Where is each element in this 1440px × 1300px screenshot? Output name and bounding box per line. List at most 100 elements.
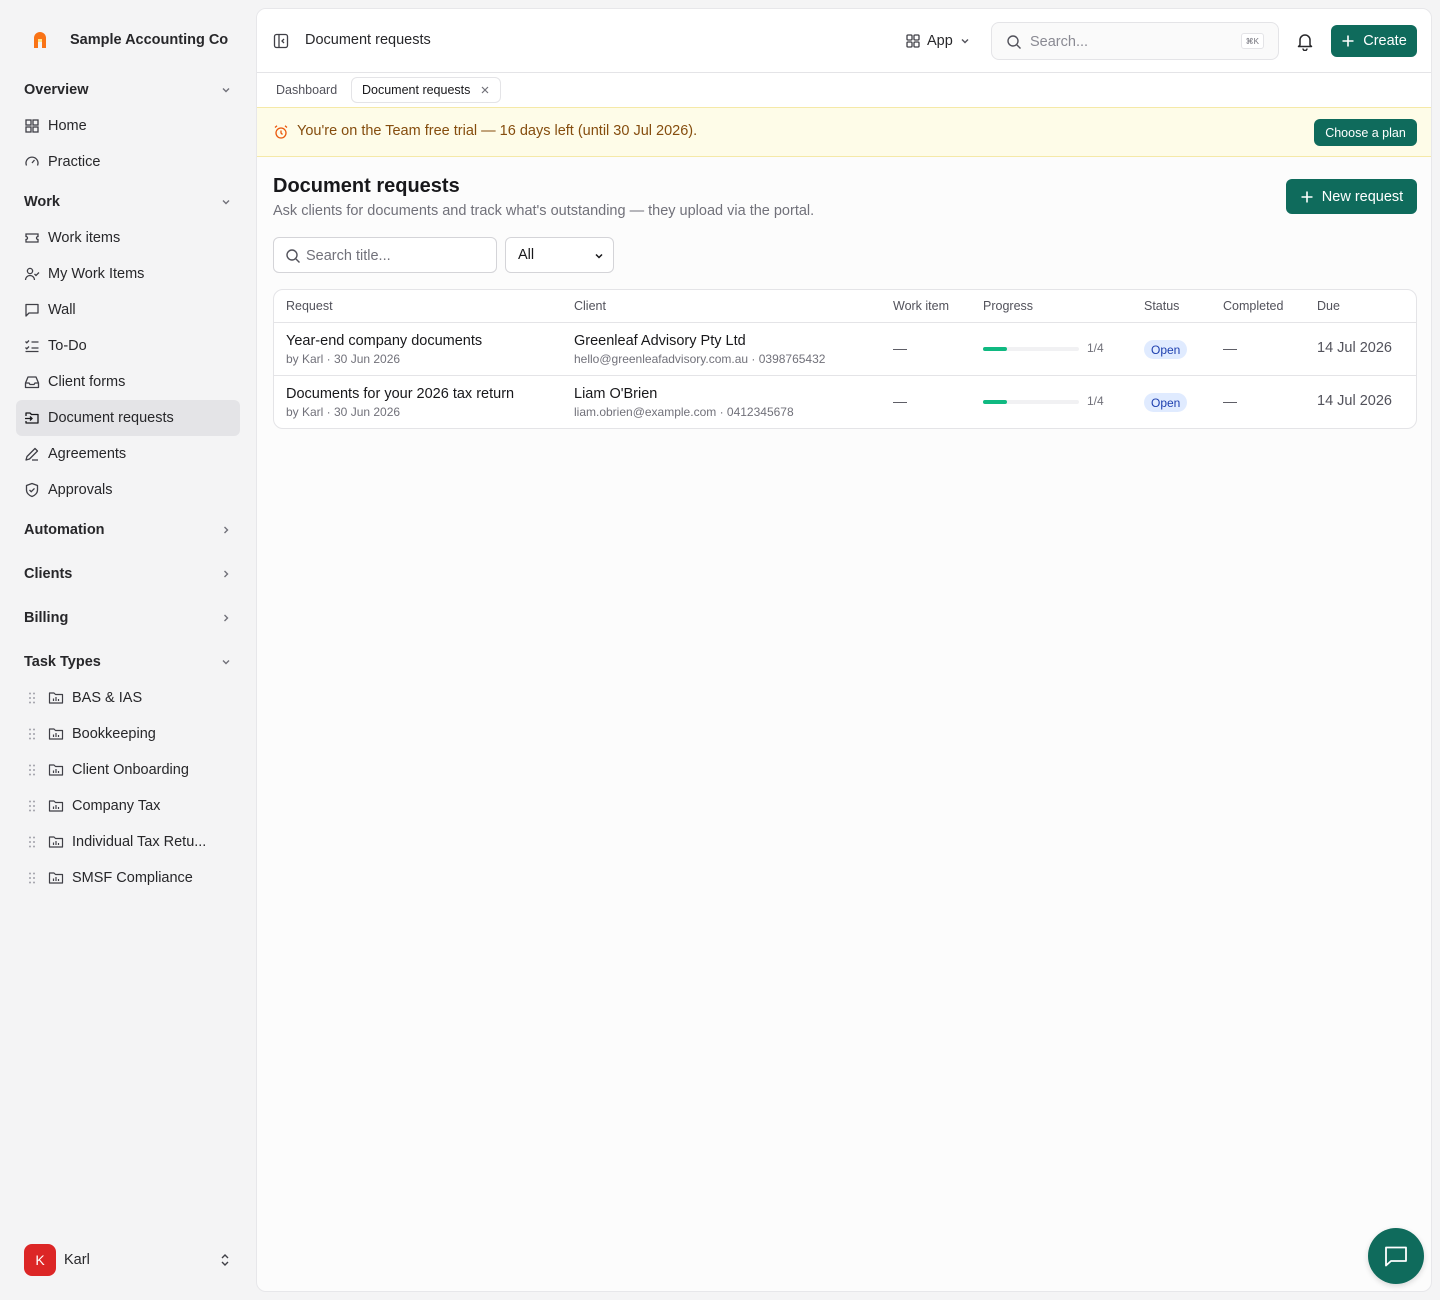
group-head-task-types[interactable]: Task Types [16, 644, 240, 680]
sidebar-item-label: Work items [48, 230, 121, 246]
sidebar-item-practice[interactable]: Practice [16, 144, 240, 180]
sidebar-item-approvals[interactable]: Approvals [16, 472, 240, 508]
new-request-button[interactable]: New request [1286, 179, 1417, 214]
group-label: Automation [24, 522, 105, 538]
group-label: Billing [24, 610, 69, 626]
chevrons-up-down-icon [221, 1254, 229, 1266]
nav-group-billing: Billing [16, 600, 240, 636]
trial-message: You're on the Team free trial — 16 days … [297, 123, 698, 139]
column-header[interactable]: Progress [983, 299, 1033, 313]
grip-vertical-icon[interactable] [24, 798, 40, 814]
list-checks-icon [25, 340, 39, 353]
grip-vertical-icon[interactable] [24, 690, 40, 706]
request-meta: by Karl · 30 Jun 2026 [286, 352, 401, 366]
bell-icon[interactable] [1295, 31, 1315, 51]
sidebar-item-label: Home [48, 118, 87, 134]
folder-chart-icon [48, 764, 64, 776]
request-cell: Year-end company documents by Karl · 30 … [286, 333, 482, 366]
group-head-clients[interactable]: Clients [16, 556, 240, 592]
group-head-billing[interactable]: Billing [16, 600, 240, 636]
grip-vertical-icon[interactable] [24, 834, 40, 850]
sidebar-item-label: Practice [48, 154, 101, 170]
column-header[interactable]: Due [1317, 299, 1340, 313]
choose-plan-button[interactable]: Choose a plan [1314, 119, 1417, 146]
chevron-right-icon [224, 570, 229, 578]
sidebar-item-wall[interactable]: Wall [16, 292, 240, 328]
app-switcher[interactable]: App [905, 31, 971, 51]
search-input[interactable] [1030, 32, 1230, 52]
grid-icon [906, 34, 920, 48]
grip-vertical-icon[interactable] [24, 870, 40, 886]
chat-launcher-button[interactable] [1368, 1228, 1424, 1284]
progress-fill [983, 347, 1007, 351]
column-header[interactable]: Completed [1223, 299, 1283, 313]
sidebar-item-label: Wall [48, 302, 76, 318]
sidebar-item-work-items[interactable]: Work items [16, 220, 240, 256]
due-date: 14 Jul 2026 [1317, 393, 1392, 409]
table-row[interactable]: Documents for your 2026 tax return by Ka… [274, 376, 1416, 428]
client-cell: Greenleaf Advisory Pty Ltd hello@greenle… [574, 333, 825, 366]
org-name: Sample Accounting Co [70, 32, 229, 48]
task-type-item[interactable]: Bookkeeping [16, 716, 240, 752]
progress-bar [983, 347, 1079, 351]
org-logo-icon [24, 24, 56, 56]
chevron-right-icon [224, 526, 229, 534]
task-type-item[interactable]: Company Tax [16, 788, 240, 824]
request-title[interactable]: Year-end company documents [286, 333, 482, 349]
sidebar-item-document-requests[interactable]: Document requests [16, 400, 240, 436]
client-contact: liam.obrien@example.com · 0412345678 [574, 405, 794, 419]
task-type-label: SMSF Compliance [72, 870, 193, 886]
column-header[interactable]: Client [574, 299, 606, 313]
folder-chart-icon [48, 836, 64, 848]
task-type-label: Company Tax [72, 798, 161, 814]
request-title[interactable]: Documents for your 2026 tax return [286, 386, 514, 402]
column-header[interactable]: Request [286, 299, 333, 313]
task-type-item[interactable]: Individual Tax Retu... [16, 824, 240, 860]
panel-left-icon[interactable] [273, 33, 289, 49]
group-head-work[interactable]: Work [16, 184, 240, 220]
org-switcher[interactable]: Sample Accounting Co [24, 24, 228, 56]
column-header[interactable]: Status [1144, 299, 1179, 313]
close-icon[interactable] [480, 85, 490, 95]
folder-input-icon [25, 412, 39, 424]
avatar: K [24, 1244, 56, 1276]
search-icon [1007, 35, 1021, 49]
sidebar-item-home[interactable]: Home [16, 108, 240, 144]
message-square-icon [25, 303, 39, 317]
task-type-item[interactable]: BAS & IAS [16, 680, 240, 716]
tab-document-requests[interactable]: Document requests [351, 77, 502, 103]
grip-vertical-icon[interactable] [24, 762, 40, 778]
title-search-input[interactable] [306, 246, 486, 266]
completed-value: — [1223, 340, 1237, 356]
new-request-label: New request [1321, 188, 1404, 205]
column-header[interactable]: Work item [893, 299, 949, 313]
task-type-item[interactable]: SMSF Compliance [16, 860, 240, 896]
status-badge: Open [1144, 393, 1188, 412]
sidebar-item-to-do[interactable]: To-Do [16, 328, 240, 364]
sidebar-item-agreements[interactable]: Agreements [16, 436, 240, 472]
task-type-item[interactable]: Client Onboarding [16, 752, 240, 788]
table-row[interactable]: Year-end company documents by Karl · 30 … [274, 323, 1416, 376]
group-head-automation[interactable]: Automation [16, 512, 240, 548]
status-filter-select[interactable]: All [505, 237, 614, 273]
task-type-label: Individual Tax Retu... [72, 834, 207, 850]
grid-icon [25, 119, 39, 133]
folder-chart-icon [48, 800, 64, 812]
create-button[interactable]: Create [1331, 25, 1417, 57]
tab-dashboard[interactable]: Dashboard [276, 77, 337, 103]
title-filter[interactable] [273, 237, 497, 273]
group-head-overview[interactable]: Overview [16, 72, 240, 108]
work-item-value: — [893, 340, 907, 356]
sidebar-item-client-forms[interactable]: Client forms [16, 364, 240, 400]
sidebar-item-label: To-Do [48, 338, 87, 354]
user-menu[interactable]: K Karl [24, 1244, 240, 1276]
nav-group-automation: Automation [16, 512, 240, 548]
chevron-down-icon [961, 39, 969, 44]
sidebar-item-my-work-items[interactable]: My Work Items [16, 256, 240, 292]
plus-icon [1342, 35, 1354, 47]
grip-vertical-icon[interactable] [24, 726, 40, 742]
global-search[interactable]: ⌘K [991, 22, 1279, 60]
client-name[interactable]: Liam O'Brien [574, 386, 794, 402]
client-name[interactable]: Greenleaf Advisory Pty Ltd [574, 333, 825, 349]
inbox-icon [24, 376, 40, 389]
